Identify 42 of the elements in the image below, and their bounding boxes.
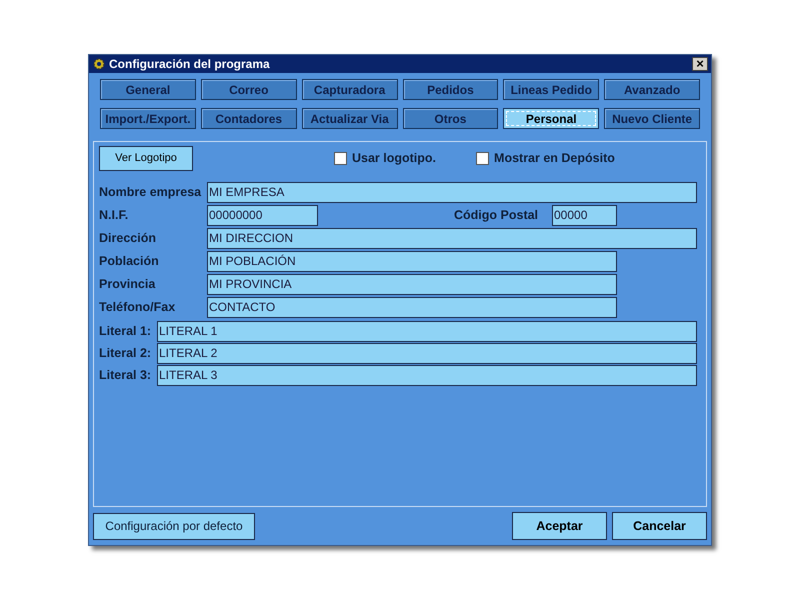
checkbox[interactable] (334, 152, 347, 165)
field-label: Provincia (99, 276, 156, 294)
text-field[interactable]: CONTACTO (207, 297, 617, 318)
tab[interactable]: Actualizar Via (302, 108, 398, 129)
text-field[interactable]: LITERAL 2 (157, 343, 697, 364)
checkbox-label: Usar logotipo. (352, 150, 436, 168)
checkbox[interactable] (476, 152, 490, 165)
window-title: Configuración del programa (109, 56, 271, 73)
text-field[interactable]: MI DIRECCION (207, 228, 697, 249)
tab[interactable]: Pedidos (402, 79, 498, 100)
tab[interactable]: Lineas Pedido (503, 79, 600, 100)
text-field[interactable]: 00000000 (207, 205, 318, 226)
tab[interactable]: Nuevo Cliente (604, 108, 700, 129)
field-label: Teléfono/Fax (99, 299, 176, 316)
text-field[interactable]: 00000 (552, 205, 617, 226)
checkbox-label: Mostrar en Depósito (494, 150, 615, 168)
field-label: Literal 2: (99, 345, 152, 362)
default-config-button[interactable]: Configuración por defecto (93, 512, 255, 540)
text-field[interactable]: LITERAL 1 (157, 321, 697, 342)
close-button[interactable]: × (692, 57, 708, 71)
tab[interactable]: Avanzado (604, 79, 700, 100)
cancel-button[interactable]: Cancelar (612, 512, 707, 540)
tab[interactable]: Personal (503, 108, 600, 129)
text-field[interactable]: MI PROVINCIA (207, 274, 617, 295)
tab[interactable]: Otros (402, 108, 498, 129)
tab[interactable]: Correo (200, 79, 297, 100)
tab[interactable]: General (100, 79, 196, 100)
text-field[interactable]: MI EMPRESA (207, 182, 697, 203)
field-label: Código Postal (454, 207, 540, 224)
tab[interactable]: Contadores (200, 108, 297, 129)
field-label: Literal 3: (99, 367, 152, 384)
text-field[interactable]: MI POBLACIÓN (207, 251, 617, 272)
field-label: Literal 1: (99, 323, 152, 340)
accept-button[interactable]: Aceptar (512, 512, 607, 540)
view-logo-button[interactable]: Ver Logotipo (99, 146, 193, 171)
field-label: N.I.F. (99, 207, 130, 224)
field-label: Nombre empresa (99, 184, 202, 202)
tab[interactable]: Capturadora (302, 79, 398, 100)
text-field[interactable]: LITERAL 3 (157, 365, 697, 386)
field-label: Población (99, 253, 160, 270)
field-label: Dirección (99, 230, 157, 248)
tab[interactable]: Import./Export. (100, 108, 196, 129)
